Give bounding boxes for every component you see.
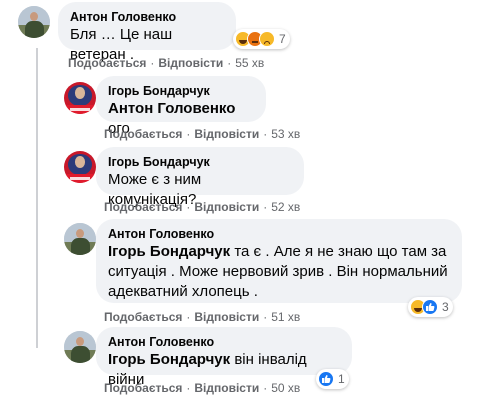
avatar-igor[interactable] [64,151,96,183]
comment-time[interactable]: 52 хв [271,200,300,214]
avatar-anton[interactable] [18,6,50,38]
like-button[interactable]: Подобається [68,56,146,70]
reactions-count: 3 [442,300,449,314]
like-reaction-icon [422,299,438,315]
thread-line [36,48,38,348]
comment-author[interactable]: Ігорь Бондарчук [108,83,254,99]
mention-link[interactable]: Ігорь Бондарчук [108,351,230,368]
sad-reaction-icon [259,31,275,47]
mention-link[interactable]: Антон Головенко [108,100,235,117]
comment-time[interactable]: 53 хв [271,127,300,141]
like-button[interactable]: Подобається [104,200,182,214]
like-button[interactable]: Подобається [104,127,182,141]
comment-bubble: Антон Головенко Бля … Це наш ветеран . [58,2,236,63]
comment-time[interactable]: 50 хв [271,381,300,395]
comment-text: Ігорь Бондарчук та є . Але я не знаю що … [108,243,448,300]
reactions-summary[interactable]: 3 [408,297,453,317]
comment-actions: Подобається · Відповісти · 50 хв [104,381,301,395]
avatar-anton[interactable] [64,223,96,255]
comment-actions: Подобається · Відповісти · 52 хв [104,200,301,214]
avatar-igor[interactable] [64,82,96,114]
comment-time[interactable]: 55 хв [235,56,264,70]
reactions-summary[interactable]: 1 [316,369,349,389]
like-button[interactable]: Подобається [104,381,182,395]
like-reaction-icon [318,371,334,387]
reactions-count: 7 [279,32,286,46]
comment-actions: Подобається · Відповісти · 55 хв [68,56,265,70]
reactions-summary[interactable]: 7 [233,29,290,49]
comment-author[interactable]: Ігорь Бондарчук [108,154,292,170]
reply-button[interactable]: Відповісти [158,56,223,70]
comment-bubble: Антон Головенко Ігорь Бондарчук та є . А… [96,219,462,303]
comment-actions: Подобається · Відповісти · 53 хв [104,127,301,141]
reply-button[interactable]: Відповісти [194,381,259,395]
comment-time[interactable]: 51 хв [271,310,300,324]
like-button[interactable]: Подобається [104,310,182,324]
mention-link[interactable]: Ігорь Бондарчук [108,243,230,260]
comment-bubble: Антон Головенко Ігорь Бондарчук він інва… [96,327,352,388]
reply-button[interactable]: Відповісти [194,200,259,214]
comment-bubble: Ігорь Бондарчук Може є з ним комунікація… [96,147,304,208]
comment-author[interactable]: Антон Головенко [70,9,224,25]
comment-actions: Подобається · Відповісти · 51 хв [104,310,301,324]
comment-author[interactable]: Антон Головенко [108,334,340,350]
comment-bubble: Ігорь Бондарчук Антон Головенко ого [96,76,266,137]
reply-button[interactable]: Відповісти [194,310,259,324]
reply-button[interactable]: Відповісти [194,127,259,141]
comment-author[interactable]: Антон Головенко [108,226,450,242]
avatar-anton[interactable] [64,331,96,363]
reactions-count: 1 [338,372,345,386]
